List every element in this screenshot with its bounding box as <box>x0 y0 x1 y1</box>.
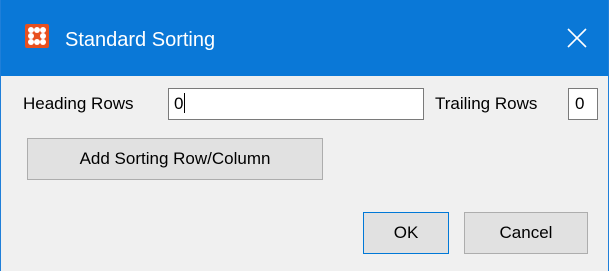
dialog-content: Heading Rows 0 Trailing Rows 0 Add Sorti… <box>1 76 608 271</box>
close-icon <box>567 28 587 48</box>
trailing-rows-label: Trailing Rows <box>435 94 538 113</box>
add-sorting-row-column-button[interactable]: Add Sorting Row/Column <box>27 138 323 180</box>
close-button[interactable] <box>550 0 608 76</box>
trailing-rows-input[interactable]: 0 <box>568 88 598 120</box>
heading-rows-label: Heading Rows <box>23 94 134 113</box>
dialog-title: Standard Sorting <box>65 29 216 51</box>
heading-rows-input[interactable]: 0 <box>168 88 424 120</box>
text-caret <box>184 93 186 113</box>
standard-sorting-dialog: Standard Sorting Heading Rows 0 Trailing… <box>0 0 609 271</box>
app-logo-icon <box>25 24 49 48</box>
title-bar[interactable]: Standard Sorting <box>1 0 608 76</box>
ok-button[interactable]: OK <box>363 212 449 254</box>
heading-rows-value: 0 <box>174 94 184 113</box>
trailing-rows-value: 0 <box>575 94 585 113</box>
cancel-button[interactable]: Cancel <box>464 212 588 254</box>
